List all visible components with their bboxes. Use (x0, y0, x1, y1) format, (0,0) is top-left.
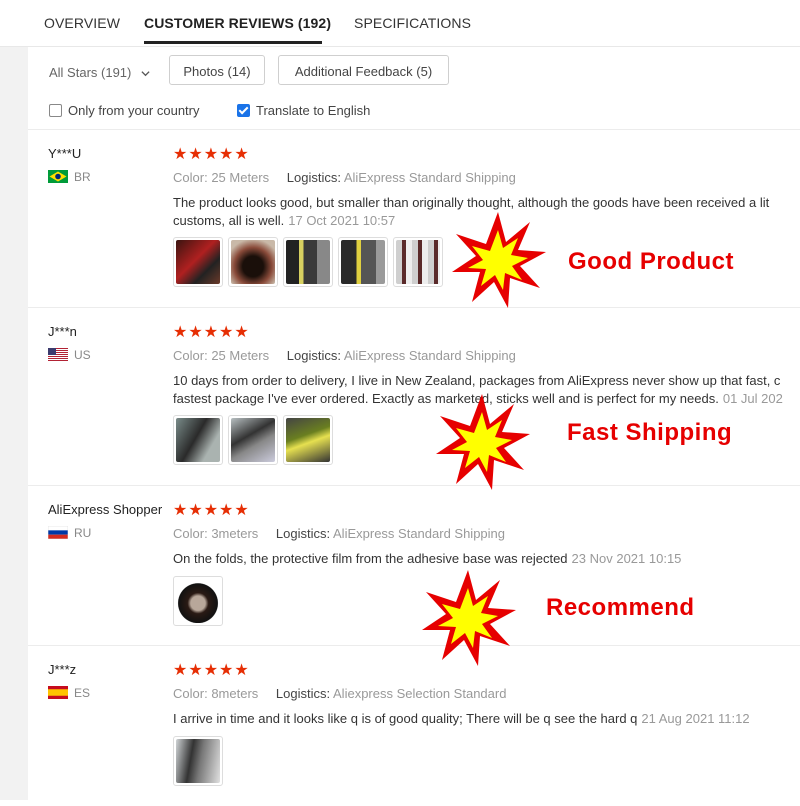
tab-bar: OVERVIEW CUSTOMER REVIEWS (192) SPECIFIC… (0, 0, 800, 47)
color-value: 25 Meters (211, 348, 270, 363)
reviewer-country: ES (48, 686, 90, 700)
review-photo[interactable] (228, 415, 278, 465)
review-item: J***n US ★★★★★ Color: 25 Meters Logistic… (28, 308, 800, 486)
review-date: 23 Nov 2021 10:15 (571, 551, 682, 566)
country-code: BR (74, 170, 91, 184)
color-label: Color: (173, 526, 208, 541)
photos-filter-button[interactable]: Photos (14) (169, 55, 265, 85)
review-photo[interactable] (173, 415, 223, 465)
review-item: J***z ES ★★★★★ Color: 8meters Logistics:… (28, 646, 800, 806)
country-code: ES (74, 686, 91, 700)
tab-customer-reviews[interactable]: CUSTOMER REVIEWS (192) (144, 15, 331, 31)
review-photos (173, 237, 448, 292)
stars-select-label: All Stars (191) (49, 65, 132, 80)
review-text-line: On the folds, the protective film from t… (173, 551, 568, 566)
review-meta: Color: 8meters Logistics: Aliexpress Sel… (173, 686, 520, 701)
tab-specifications[interactable]: SPECIFICATIONS (354, 15, 471, 31)
logistics-value: AliExpress Standard Shipping (333, 526, 506, 541)
star-rating: ★★★★★ (173, 324, 250, 341)
reviewer-name: J***z (48, 662, 77, 677)
review-photos (173, 415, 338, 470)
additional-feedback-button[interactable]: Additional Feedback (5) (278, 55, 449, 85)
flag-ru-icon (48, 526, 68, 539)
logistics-label: Logistics: (286, 348, 341, 363)
logistics-label: Logistics: (286, 170, 341, 185)
logistics-label: Logistics: (275, 526, 331, 541)
chevron-down-icon (141, 71, 150, 77)
only-country-label: Only from your country (68, 103, 200, 118)
overlay-label: Fast Shipping (567, 419, 733, 446)
logistics-label: Logistics: (275, 686, 331, 701)
review-photo[interactable] (283, 415, 333, 465)
tab-overview[interactable]: OVERVIEW (44, 15, 120, 31)
review-filters: All Stars (191) Photos (14) Additional F… (28, 47, 800, 130)
flag-us-icon (48, 348, 68, 361)
review-photo[interactable] (393, 237, 443, 287)
review-text: On the folds, the protective film from t… (173, 550, 800, 568)
review-text-line: 10 days from order to delivery, I live i… (173, 373, 781, 388)
starburst-icon (452, 212, 546, 308)
reviewer-name: J***n (48, 324, 77, 339)
reviewer-country: BR (48, 170, 91, 184)
star-rating: ★★★★★ (173, 502, 250, 519)
review-photo[interactable] (283, 237, 333, 287)
review-text-line: customs, all is well. (173, 213, 285, 228)
only-country-checkbox[interactable] (49, 104, 62, 117)
review-date: 17 Oct 2021 10:57 (288, 213, 396, 228)
review-meta: Color: 25 Meters Logistics: AliExpress S… (173, 170, 530, 185)
logistics-value: Aliexpress Selection Standard (333, 686, 507, 701)
overlay-label: Good Product (568, 248, 734, 275)
reviewer-name: AliExpress Shopper (48, 502, 163, 517)
color-value: 3meters (211, 526, 259, 541)
flag-es-icon (48, 686, 68, 699)
review-photo[interactable] (228, 237, 278, 287)
logistics-value: AliExpress Standard Shipping (343, 170, 516, 185)
review-photo[interactable] (338, 237, 388, 287)
logistics-value: AliExpress Standard Shipping (343, 348, 516, 363)
flag-br-icon (48, 170, 68, 183)
reviewer-country: US (48, 348, 91, 362)
star-rating: ★★★★★ (173, 146, 250, 163)
country-code: US (74, 348, 91, 362)
translate-toggle[interactable]: Translate to English (237, 103, 370, 118)
reviewer-country: RU (48, 526, 91, 540)
starburst-icon (436, 394, 530, 490)
reviewer-name: Y***U (48, 146, 82, 161)
only-country-toggle[interactable]: Only from your country (49, 103, 200, 118)
star-rating: ★★★★★ (173, 662, 250, 679)
active-tab-indicator (144, 41, 322, 44)
review-photo[interactable] (173, 576, 223, 626)
review-photos (173, 576, 228, 631)
review-text: I arrive in time and it looks like q is … (173, 710, 800, 728)
review-meta: Color: 25 Meters Logistics: AliExpress S… (173, 348, 530, 363)
review-text-line: I arrive in time and it looks like q is … (173, 711, 638, 726)
stars-select[interactable]: All Stars (191) (49, 65, 150, 80)
review-item: AliExpress Shopper RU ★★★★★ Color: 3mete… (28, 486, 800, 646)
translate-checkbox[interactable] (237, 104, 250, 117)
review-photo[interactable] (173, 237, 223, 287)
color-label: Color: (173, 170, 208, 185)
translate-label: Translate to English (256, 103, 371, 118)
review-meta: Color: 3meters Logistics: AliExpress Sta… (173, 526, 519, 541)
color-label: Color: (173, 348, 208, 363)
color-value: 8meters (211, 686, 259, 701)
review-date: 21 Aug 2021 11:12 (641, 711, 750, 726)
country-code: RU (74, 526, 92, 540)
side-strip (0, 0, 28, 800)
color-value: 25 Meters (211, 170, 270, 185)
review-photos (173, 736, 228, 791)
review-photo[interactable] (173, 736, 223, 786)
color-label: Color: (173, 686, 208, 701)
starburst-icon (422, 570, 516, 666)
overlay-label: Recommend (546, 594, 695, 621)
review-item: Y***U BR ★★★★★ Color: 25 Meters Logistic… (28, 130, 800, 308)
review-date: 01 Jul 202 (722, 391, 783, 406)
